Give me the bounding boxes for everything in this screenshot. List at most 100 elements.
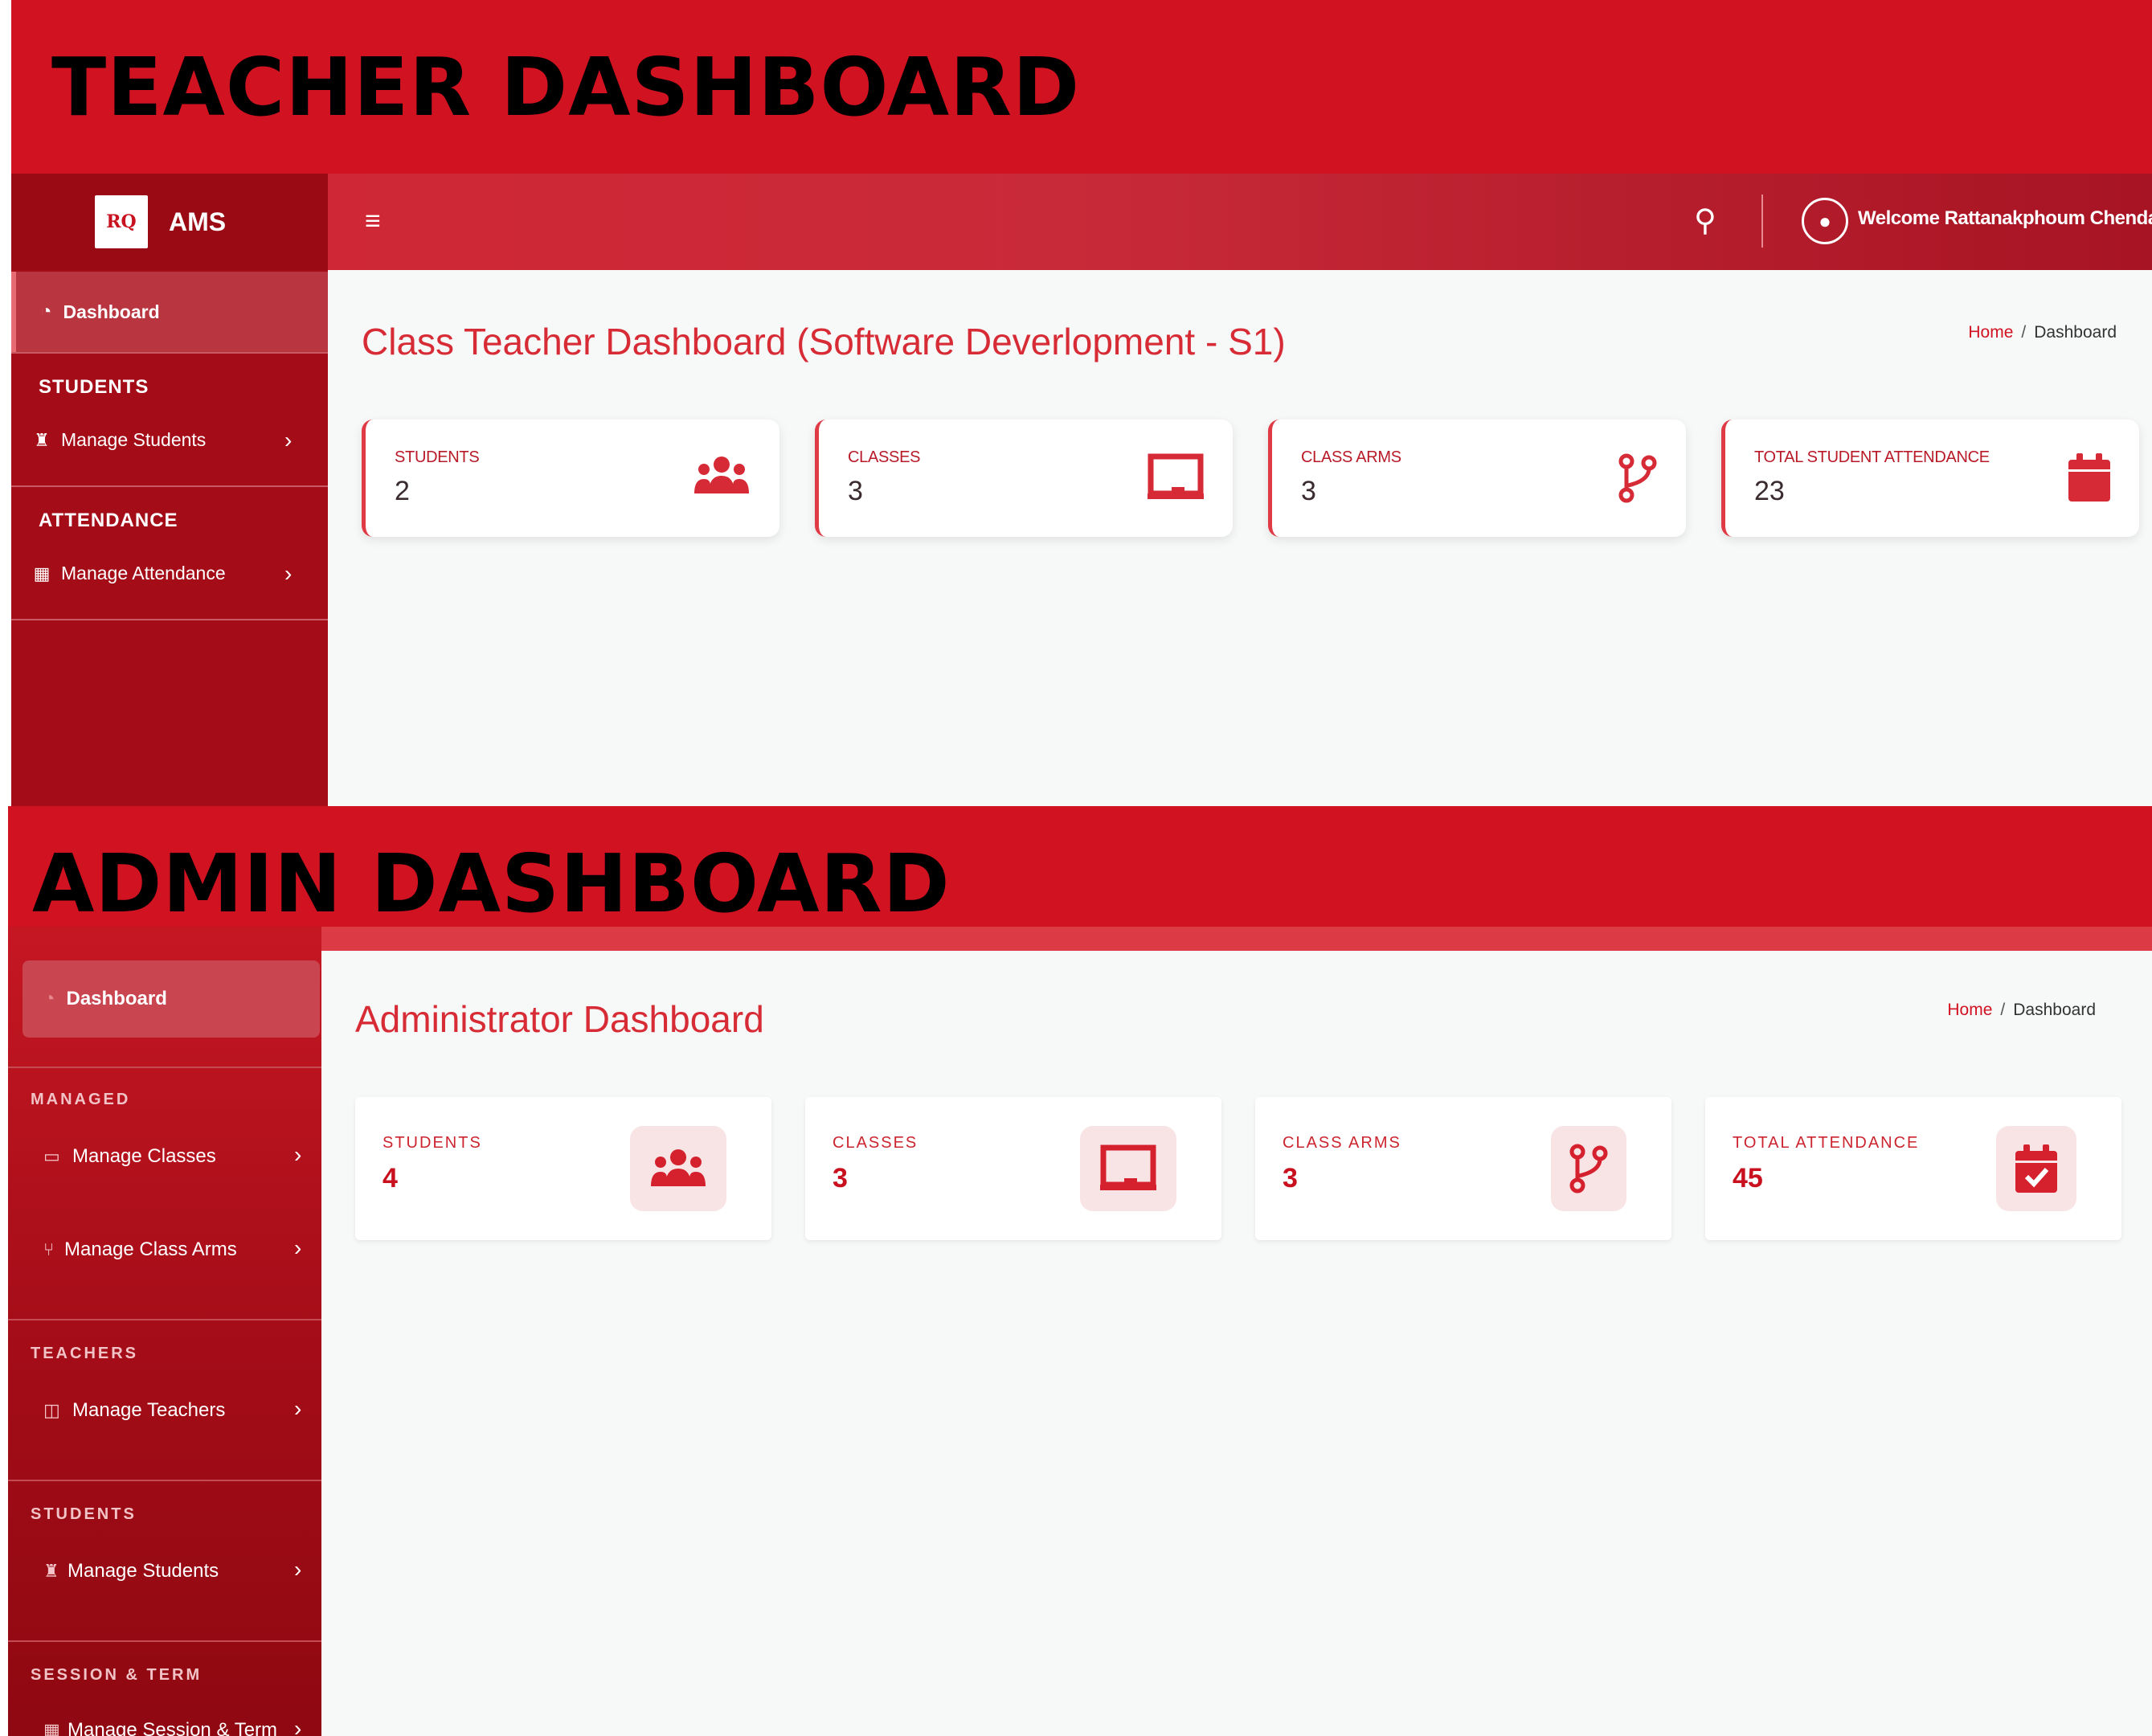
sidebar-item-label: Manage Students: [61, 429, 207, 450]
sidebar-item-manage-students[interactable]: ♜ Manage Students ›: [11, 427, 328, 452]
sidebar-item-manage-students[interactable]: ♜ Manage Students: [43, 1560, 219, 1582]
stat-label: CLASS ARMS: [1301, 448, 1401, 466]
stat-value: 45: [1733, 1163, 1763, 1194]
app-logo: RQ: [95, 195, 148, 248]
stat-card-total-student-attendance[interactable]: TOTAL STUDENT ATTENDANCE 23: [1721, 420, 2139, 537]
calendar-icon: [2068, 453, 2110, 509]
sidebar-item-manage-classes[interactable]: ▭ Manage Classes: [43, 1145, 216, 1168]
breadcrumb-separator: /: [2000, 1001, 2006, 1019]
sidebar-item-label: Manage Class Arms: [64, 1239, 237, 1260]
calendar-icon: ▦: [33, 563, 51, 583]
brand-name: AMS: [169, 207, 227, 236]
stat-value: 3: [833, 1163, 848, 1194]
code-branch-icon: [1551, 1126, 1626, 1211]
stat-label: CLASS ARMS: [1283, 1134, 1401, 1152]
sidebar-divider: [11, 619, 328, 620]
sidebar-item-manage-teachers[interactable]: ◫ Manage Teachers: [43, 1399, 225, 1422]
tachometer-icon: ◔: [43, 988, 55, 1009]
user-graduate-icon: ♜: [43, 1561, 59, 1581]
sidebar-item-label: Manage Classes: [72, 1145, 216, 1167]
stat-card-students[interactable]: STUDENTS 4: [355, 1097, 771, 1240]
sidebar-section-attendance: ATTENDANCE ▦ Manage Attendance ›: [11, 487, 328, 619]
page-title: Administrator Dashboard: [355, 998, 764, 1040]
sidebar-divider: [8, 1319, 321, 1320]
teacher-banner: TEACHER DASHBOARD: [11, 0, 2152, 174]
stat-label: TOTAL STUDENT ATTENDANCE: [1754, 448, 1990, 466]
tachometer-icon: ◔: [40, 301, 52, 322]
stat-value: 3: [848, 476, 863, 506]
code-branch-icon: [1618, 453, 1657, 510]
teacher-main-content: Class Teacher Dashboard (Software Deverl…: [328, 270, 2152, 806]
chalkboard-teacher-icon: ◫: [43, 1400, 60, 1420]
sidebar-heading: ATTENDANCE: [39, 510, 178, 531]
hamburger-menu-icon[interactable]: ≡: [365, 206, 381, 237]
chalkboard-icon: [1148, 453, 1204, 509]
welcome-user-text[interactable]: Welcome Rattanakphoum Chenda: [1858, 207, 2152, 230]
calendar-icon: ▦: [43, 1720, 60, 1736]
teacher-topbar: ≡ ⚲ ● Welcome Rattanakphoum Chenda: [328, 174, 2152, 270]
admin-banner-title: ADMIN DASHBOARD: [32, 837, 951, 931]
breadcrumb-current: Dashboard: [2034, 323, 2117, 342]
sidebar-item-label: Dashboard: [66, 988, 167, 1009]
sidebar-heading: STUDENTS: [39, 376, 149, 398]
breadcrumb-separator: /: [2021, 323, 2027, 342]
search-icon[interactable]: ⚲: [1694, 203, 1716, 239]
sidebar-item-label: Manage Students: [68, 1560, 219, 1582]
chevron-right-icon: ›: [294, 1716, 302, 1736]
sidebar-heading: STUDENTS: [31, 1505, 137, 1523]
users-icon: [630, 1126, 726, 1211]
stat-card-classes[interactable]: CLASSES 3: [805, 1097, 1221, 1240]
stat-card-class-arms[interactable]: CLASS ARMS 3: [1268, 420, 1686, 537]
sidebar-item-label: Dashboard: [63, 301, 160, 322]
chevron-right-icon: ›: [294, 1235, 302, 1260]
admin-topbar: [321, 927, 2152, 951]
stat-label: TOTAL ATTENDANCE: [1733, 1134, 1920, 1152]
stat-card-classes[interactable]: CLASSES 3: [815, 420, 1233, 537]
stat-label: STUDENTS: [395, 448, 480, 466]
user-graduate-icon: ♜: [34, 429, 50, 450]
stat-card-class-arms[interactable]: CLASS ARMS 3: [1255, 1097, 1671, 1240]
sidebar-heading: SESSION & TERM: [31, 1666, 203, 1684]
admin-sidebar: ◔ Dashboard MANAGED ▭ Manage Classes › ⑂…: [8, 927, 321, 1736]
sidebar-item-dashboard[interactable]: ◔ Dashboard: [11, 272, 328, 352]
sidebar-item-manage-attendance[interactable]: ▦ Manage Attendance ›: [11, 560, 328, 586]
sidebar-item-label: Manage Attendance: [61, 563, 226, 583]
stat-label: STUDENTS: [383, 1134, 482, 1152]
breadcrumb-home-link[interactable]: Home: [1968, 323, 2013, 342]
chalkboard-icon: [1080, 1126, 1176, 1211]
stat-value: 3: [1283, 1163, 1298, 1194]
sidebar-item-manage-session-term[interactable]: ▦ Manage Session & Term: [43, 1719, 277, 1736]
topbar-divider: [1761, 194, 1763, 248]
stat-value: 3: [1301, 476, 1316, 506]
sidebar-item-label: Manage Session & Term: [68, 1719, 278, 1736]
chevron-right-icon: ›: [294, 1396, 302, 1421]
stat-value: 4: [383, 1163, 398, 1194]
stat-card-total-attendance[interactable]: TOTAL ATTENDANCE 45: [1705, 1097, 2121, 1240]
sidebar-heading: MANAGED: [31, 1091, 131, 1108]
stat-label: CLASSES: [833, 1134, 918, 1152]
chevron-right-icon: ›: [294, 1142, 302, 1167]
breadcrumb: Home / Dashboard: [1947, 1001, 2096, 1020]
users-icon: [693, 453, 751, 506]
brand[interactable]: RQ AMS: [11, 174, 328, 270]
chevron-right-icon: ›: [284, 427, 293, 452]
stat-card-students[interactable]: STUDENTS 2: [362, 420, 779, 537]
sidebar-divider: [8, 1640, 321, 1642]
stat-label: CLASSES: [848, 448, 921, 466]
admin-banner: ADMIN DASHBOARD: [8, 806, 2152, 931]
chalkboard-icon: ▭: [43, 1146, 60, 1166]
chevron-right-icon: ›: [294, 1557, 302, 1582]
stat-value: 2: [395, 476, 410, 506]
admin-main-content: Administrator Dashboard Home / Dashboard S…: [321, 951, 2152, 1736]
user-avatar-icon[interactable]: ●: [1802, 198, 1848, 244]
stat-value: 23: [1754, 476, 1785, 506]
sidebar-divider: [8, 1480, 321, 1481]
sidebar-item-manage-class-arms[interactable]: ⑂ Manage Class Arms: [43, 1239, 237, 1261]
sidebar-item-label: Manage Teachers: [72, 1399, 226, 1421]
sidebar-heading: TEACHERS: [31, 1345, 139, 1362]
sidebar-item-dashboard[interactable]: ◔ Dashboard: [23, 960, 320, 1038]
teacher-sidebar: RQ AMS ◔ Dashboard STUDENTS ♜ Manage Stu…: [11, 174, 328, 806]
chevron-right-icon: ›: [284, 560, 293, 586]
breadcrumb-home-link[interactable]: Home: [1947, 1001, 1992, 1019]
breadcrumb-current: Dashboard: [2013, 1001, 2096, 1019]
